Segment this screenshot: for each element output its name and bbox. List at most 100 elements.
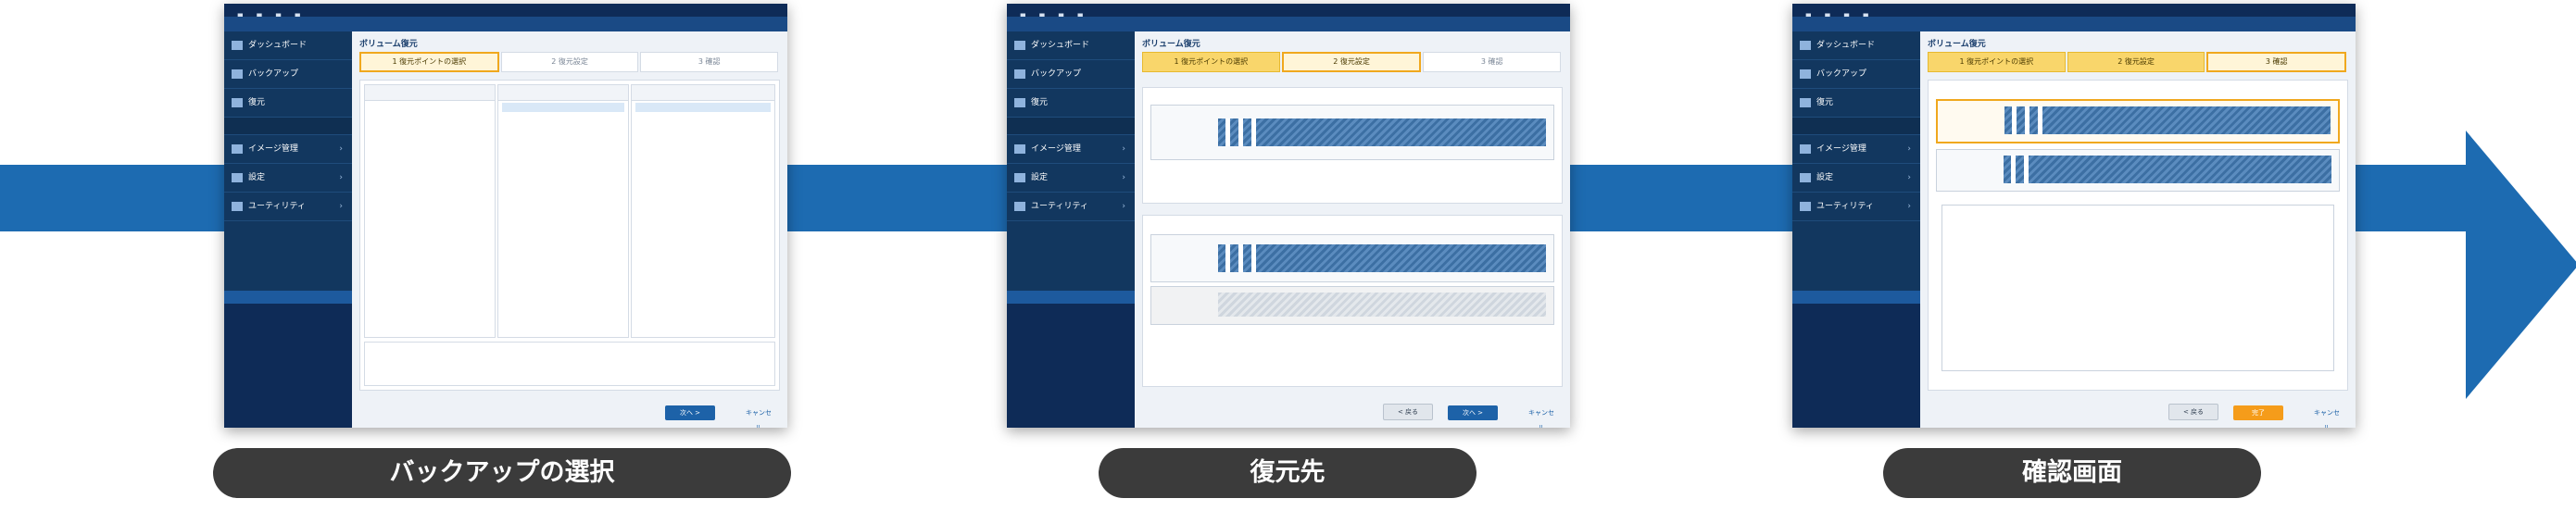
sidebar-item-image-management[interactable]: イメージ管理 › [1792,135,1920,164]
page-title: ボリューム復元 [1142,40,1200,49]
step-1[interactable]: 1 復元ポイントの選択 [1142,52,1280,72]
window-title-bar [224,17,787,31]
sidebar-item-image-management[interactable]: イメージ管理 › [224,135,352,164]
main-content: ボリューム復元 1 復元ポイントの選択 2 復元設定 3 確認 [1920,31,2356,428]
restore-point-header [632,85,774,101]
window-title-bar [1792,17,2356,31]
chevron-right-icon: › [1122,202,1125,211]
step-1[interactable]: 1 復元ポイントの選択 [1928,52,2066,72]
wizard-steps: 1 復元ポイントの選択 2 復元設定 3 確認 [359,52,780,72]
backup-file-pane [497,84,629,338]
destination-disk-map[interactable] [1150,234,1554,282]
destination-partition-bar [2004,156,2331,183]
sidebar-item-settings[interactable]: 設定 › [1792,164,1920,193]
image-icon [1014,143,1025,154]
sidebar-item-utility[interactable]: ユーティリティ › [1792,193,1920,221]
tools-icon [1800,201,1811,211]
sidebar-item-backup[interactable]: バックアップ [1792,60,1920,89]
image-icon [232,143,243,154]
back-button[interactable]: < 戻る [1383,404,1433,420]
selected-backup-row[interactable] [502,103,624,112]
screenshot-confirmation: ■ ■ ■ ■ ダッシュボード バックアップ 復元 イメージ管理 › 設定 › ユーティリ… [1792,4,2356,428]
step-2[interactable]: 2 復元設定 [1281,52,1422,72]
screenshot-backup-selection: ■ ■ ■ ■ ダッシュボード バックアップ 復元 イメージ管理 › 設定 › ユーティリ… [224,4,787,428]
backup-icon [232,69,243,79]
sidebar-item-restore[interactable]: 復元 [1792,89,1920,118]
backup-file-header [498,85,628,101]
unallocated-bar[interactable] [1218,293,1546,317]
dashboard-icon [1800,40,1811,50]
sidebar-item-backup[interactable]: バックアップ [224,60,352,89]
wizard-steps: 1 復元ポイントの選択 2 復元設定 3 確認 [1142,52,1563,72]
cancel-button[interactable]: キャンセル [743,405,774,428]
cancel-button[interactable]: キャンセル [1526,405,1557,428]
location-tree-pane [364,84,496,338]
source-disk-map[interactable] [1150,105,1554,160]
step-3[interactable]: 3 確認 [640,52,779,72]
finish-button[interactable]: 完了 [2233,405,2283,420]
backup-icon [1014,69,1025,79]
sidebar-item-dashboard[interactable]: ダッシュボード [224,31,352,60]
chevron-right-icon: › [339,173,343,182]
tools-icon [232,201,243,211]
next-button[interactable]: 次へ > [1448,405,1498,420]
caption-backup-selection: バックアップの選択 [213,448,791,498]
sidebar-subitem-volume-restore[interactable] [224,118,352,135]
location-tree-header [365,85,495,101]
wizard-footer: < 戻る 完了 キャンセル [1920,396,2356,428]
selected-restore-point-row[interactable] [635,103,771,112]
status-panel [224,291,352,428]
sidebar-subitem-volume-restore[interactable] [1792,118,1920,135]
dashboard-icon [1014,40,1025,50]
status-panel-header [224,291,352,304]
confirmation-panel [1928,80,2348,391]
sidebar-item-restore[interactable]: 復元 [224,89,352,118]
restore-summary [1941,205,2334,371]
destination-disk-map [1936,149,2340,192]
step-3[interactable]: 3 確認 [1423,52,1562,72]
sidebar-item-backup[interactable]: バックアップ [1007,60,1135,89]
backup-icon [1800,69,1811,79]
caption-confirmation: 確認画面 [1883,448,2261,498]
status-panel-header [1007,291,1135,304]
page-title: ボリューム復元 [359,40,418,49]
sidebar-item-dashboard[interactable]: ダッシュボード [1792,31,1920,60]
source-disk-map [1936,99,2340,143]
backup-selection-panel [359,80,780,391]
cancel-button[interactable]: キャンセル [2311,405,2343,428]
restore-icon [232,97,243,107]
next-button[interactable]: 次へ > [665,405,715,420]
sidebar-subitem-volume-restore[interactable] [1007,118,1135,135]
back-button[interactable]: < 戻る [2168,404,2218,420]
gear-icon [232,172,243,182]
sidebar-item-settings[interactable]: 設定 › [1007,164,1135,193]
sidebar-item-image-management[interactable]: イメージ管理 › [1007,135,1135,164]
destination-partition-bar[interactable] [1218,244,1546,272]
source-partition-bar[interactable] [1218,118,1546,146]
chevron-right-icon: › [339,202,343,211]
menu-bar: ■ ■ ■ ■ [1792,4,2356,19]
status-panel [1007,291,1135,428]
tools-icon [1014,201,1025,211]
main-content: ボリューム復元 1 復元ポイントの選択 2 復元設定 3 確認 [1135,31,1570,428]
source-partition-bar [2004,106,2331,134]
sidebar-item-settings[interactable]: 設定 › [224,164,352,193]
destination-disk-section [1142,215,1563,387]
gear-icon [1800,172,1811,182]
chevron-right-icon: › [1907,202,1911,211]
dashboard-icon [232,40,243,50]
step-3[interactable]: 3 確認 [2206,52,2347,72]
sidebar-item-utility[interactable]: ユーティリティ › [1007,193,1135,221]
step-2[interactable]: 2 復元設定 [2067,52,2205,72]
wizard-footer: 次へ > キャンセル [352,396,787,428]
secondary-disk-map[interactable] [1150,286,1554,325]
step-2[interactable]: 2 復元設定 [500,52,639,72]
restore-point-pane [631,84,775,338]
sidebar-item-utility[interactable]: ユーティリティ › [224,193,352,221]
sidebar-item-dashboard[interactable]: ダッシュボード [1007,31,1135,60]
restore-icon [1014,97,1025,107]
page-title: ボリューム復元 [1928,40,1986,49]
sidebar-item-restore[interactable]: 復元 [1007,89,1135,118]
step-1[interactable]: 1 復元ポイントの選択 [359,52,499,72]
menu-bar: ■ ■ ■ ■ [1007,4,1570,19]
